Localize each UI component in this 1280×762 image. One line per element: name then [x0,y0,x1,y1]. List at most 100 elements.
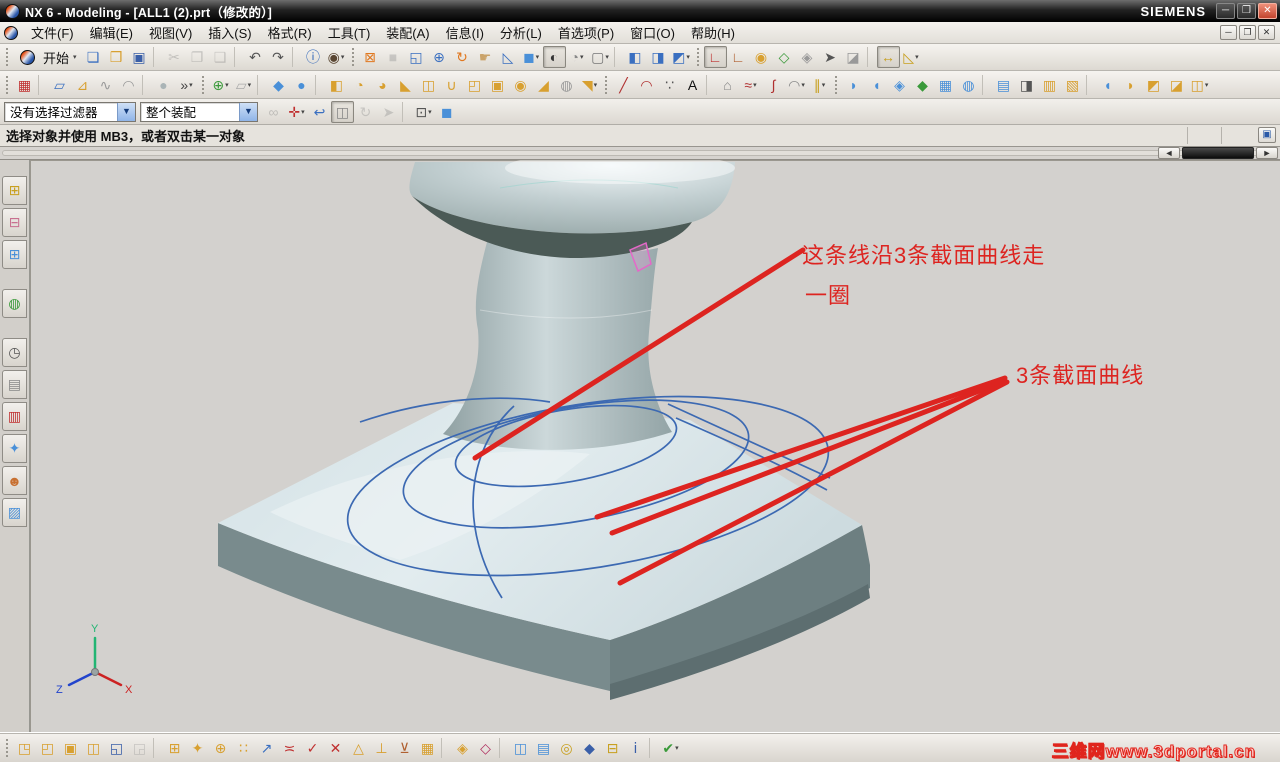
graphics-viewport[interactable]: Y X Z 这条线沿3条截面曲线走 一圈 3条截面曲线 [30,160,1280,732]
rectangle-select-dropdown-icon[interactable]: ▾ [428,108,432,116]
revolve-body[interactable]: ◆ [267,74,290,96]
spline[interactable]: ≈ ▾ [739,74,762,96]
measure-angle-dropdown-icon[interactable]: ▾ [915,53,919,61]
redo[interactable]: ↷ [267,46,290,68]
snap-point[interactable]: ✛ ▾ [285,101,308,123]
wave-geometry-linker[interactable]: ◈ [451,737,474,759]
scrollbar-track[interactable] [2,150,1278,156]
separator[interactable] [833,75,840,94]
maximize-graphics-button[interactable]: ▣ [1258,127,1276,143]
child-minimize-button[interactable]: ─ [1220,25,1237,40]
swept-surface[interactable]: ◈ [888,74,911,96]
menu-preferences[interactable]: 首选项(P) [550,21,622,44]
clearance-analysis[interactable]: ◎ [555,737,578,759]
thread[interactable]: ◍ [555,74,578,96]
rotate-view[interactable]: ↻ [451,46,474,68]
point[interactable]: ∵ [658,74,681,96]
toolbar-grip[interactable] [4,48,11,66]
new-part[interactable]: ❏ [82,46,105,68]
menu-view[interactable]: 视图(V) [141,21,200,44]
rib[interactable]: ◣ [394,74,417,96]
offset-curve[interactable]: ∥ ▾ [808,74,831,96]
shaded-with-edges-dropdown-icon[interactable]: ▾ [536,53,540,61]
separator[interactable] [349,48,357,66]
menu-information[interactable]: 信息(I) [438,21,492,44]
open-by-proximity[interactable]: ◰ [36,737,59,759]
interference-check[interactable]: ◆ [578,737,601,759]
save-component[interactable]: ◱ [105,737,128,759]
fit-view[interactable]: ⊠ [359,46,382,68]
window-cascade[interactable]: ◨ [647,46,670,68]
menu-insert[interactable]: 插入(S) [200,21,259,44]
sew-dropdown-icon[interactable]: ▾ [1205,81,1209,89]
assembly-navigator-tab[interactable]: ⊞ [2,176,27,205]
toolbar-grip[interactable] [4,738,11,757]
datum-plane[interactable]: ▱ [48,74,71,96]
wave-mode[interactable]: ◇ [474,737,497,759]
section-surface[interactable]: ▥ [1038,74,1061,96]
assembly-sequence[interactable]: ▤ [532,737,555,759]
point-set[interactable]: ⊕ ▾ [209,74,232,96]
extrude[interactable]: ◧ [325,74,348,96]
selection-scope-combo[interactable]: 整个装配 ▼ [140,101,258,122]
shell[interactable]: ▣ [486,74,509,96]
close-button[interactable]: ✕ [1258,3,1277,19]
more-features-dropdown-icon[interactable]: ▾ [189,81,193,89]
more-features[interactable]: » ▾ [175,74,198,96]
menu-window[interactable]: 窗口(O) [622,21,683,44]
model-cap[interactable] [409,160,735,259]
substitute-component[interactable]: ↗ [255,737,278,759]
measure-distance[interactable]: ↔ [876,46,900,68]
rendering-style[interactable]: ◔ ▾ [566,46,589,68]
law-extension[interactable]: ◖ [1096,74,1119,96]
move-component[interactable]: △ [347,737,370,759]
set-rotation-point[interactable]: ◇ [773,46,796,68]
materials-tab[interactable]: ✦ [2,434,27,463]
shaded-with-edges[interactable]: ◼ ▾ [520,46,543,68]
view-background-dropdown-icon[interactable]: ▾ [605,53,609,61]
line[interactable]: ╱ [612,74,635,96]
model-stem[interactable] [443,242,672,450]
work-view[interactable]: ◼ [435,101,458,123]
new-window[interactable]: ◧ [624,46,647,68]
menu-file[interactable]: 文件(F) [23,21,82,44]
sweep-along-guide[interactable]: ◕ [371,74,394,96]
edit-suppression-state[interactable]: ✕ [324,737,347,759]
menu-format[interactable]: 格式(R) [260,21,320,44]
check-mate-dropdown-icon[interactable]: ▾ [675,744,679,752]
open-component[interactable]: ◫ [82,737,105,759]
scroll-left-button[interactable]: ◄ [1158,147,1180,159]
through-curves[interactable]: ◗ [842,74,865,96]
menu-help[interactable]: 帮助(H) [683,21,743,44]
visualization-palette-tab[interactable]: ▥ [2,402,27,431]
separator[interactable] [603,75,610,94]
child-restore-button[interactable]: ❐ [1239,25,1256,40]
draft-dropdown-icon[interactable]: ▾ [594,81,598,89]
assembly-constraints[interactable]: ⊥ [370,737,393,759]
trim-body[interactable]: ◰ [463,74,486,96]
swept-feature[interactable]: ∿ [94,74,117,96]
text-curve[interactable]: A [681,74,704,96]
window-layout-dropdown-icon[interactable]: ▾ [686,53,690,61]
check-mate[interactable]: ✔ ▾ [659,737,682,759]
suppress-component[interactable]: ✓ [301,737,324,759]
csys-dynamics[interactable]: ∟ [703,46,727,68]
surface-wizard[interactable]: ◆ [911,74,934,96]
exploded-views[interactable]: ◫ [509,737,532,759]
constraint-navigator-tab[interactable]: ⊟ [2,208,27,237]
image-gallery-tab[interactable]: ▨ [2,498,27,527]
new-parent[interactable]: ⊕ [209,737,232,759]
add-component[interactable]: ⊞ [163,737,186,759]
draft[interactable]: ◥ ▾ [578,74,601,96]
find-component-search-dropdown-icon[interactable]: ▾ [341,53,345,61]
find-component[interactable]: ◳ [13,737,36,759]
pan-view[interactable]: ☛ [474,46,497,68]
save-part[interactable]: ▣ [128,46,151,68]
menu-assemblies[interactable]: 装配(A) [378,21,437,44]
menu-tools[interactable]: 工具(T) [320,21,379,44]
curve-on-surface[interactable]: ◠ ▾ [785,74,808,96]
unite[interactable]: ∪ [440,74,463,96]
toolbar-grip[interactable] [4,75,11,94]
chamfer[interactable]: ◢ [532,74,555,96]
roles-tab[interactable]: ☻ [2,466,27,495]
